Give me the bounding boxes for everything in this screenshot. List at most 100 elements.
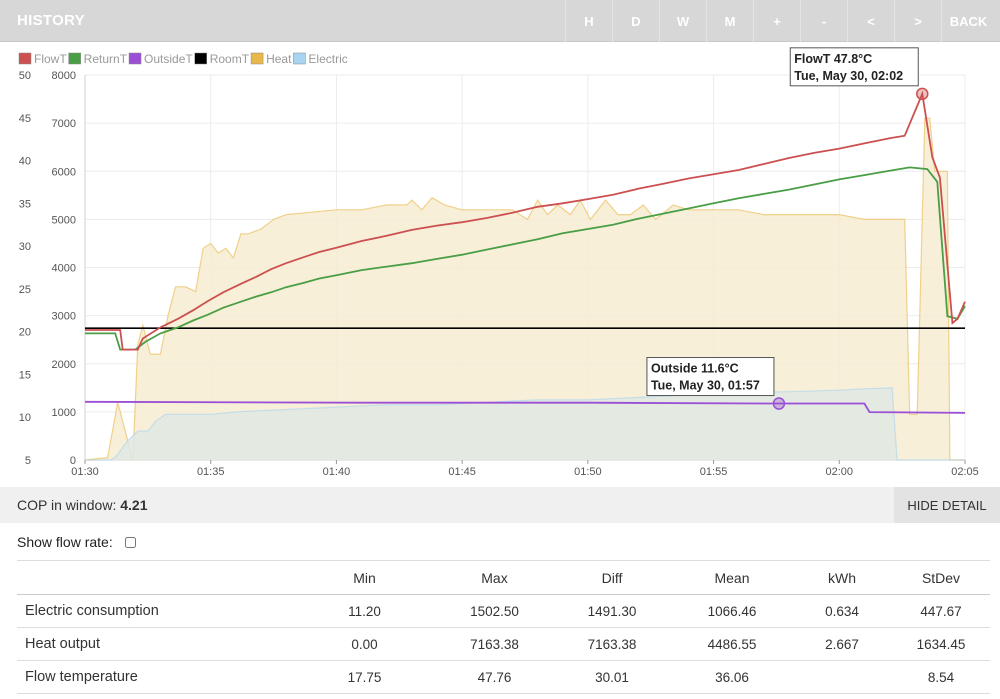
x-tick-label: 01:30 <box>71 466 99 478</box>
row-label: Heat output <box>17 627 292 661</box>
cell-mean: 36.06 <box>672 660 792 694</box>
cell-stdev: 447.67 <box>892 594 990 628</box>
legend-entry: ReturnT <box>84 52 128 66</box>
row-label: Flow temperature <box>17 660 292 694</box>
legend-swatch <box>68 52 81 65</box>
y-right-tick-label: 4000 <box>52 263 76 275</box>
y-left-tick-label: 50 <box>19 70 31 82</box>
legend-swatch <box>250 52 264 65</box>
cell-kwh <box>792 660 892 694</box>
tooltip-marker <box>772 397 786 410</box>
y-left-tick-label: 35 <box>19 198 31 210</box>
tooltip-marker <box>916 87 929 101</box>
x-tick-label: 01:35 <box>197 466 225 478</box>
cell-diff: 1491.30 <box>552 594 672 628</box>
stats-header-diff: Diff <box>552 560 672 595</box>
legend-entry: FlowT <box>34 52 67 66</box>
legend-entry: RoomT <box>210 52 250 66</box>
y-right-tick-label: 2000 <box>52 359 76 371</box>
cell-diff: 7163.38 <box>552 627 672 661</box>
tooltip-line2: Tue, May 30, 02:02 <box>794 69 903 83</box>
cell-stdev: 1634.45 <box>892 627 990 661</box>
stats-table: Min Max Diff Mean kWh StDev Electric con… <box>17 560 990 694</box>
flow-rate-toggle: Show flow rate: <box>17 534 136 550</box>
legend-swatch <box>18 52 32 65</box>
chart-legend: FlowT ReturnT OutsideT RoomT Heat Electric <box>18 52 348 66</box>
y-right-tick-label: 5000 <box>52 214 76 226</box>
day-view-button[interactable]: D <box>612 0 659 42</box>
back-button[interactable]: BACK <box>941 0 995 42</box>
x-tick-label: 02:05 <box>951 466 979 478</box>
legend-swatch <box>194 52 207 65</box>
pan-left-button[interactable]: < <box>847 0 894 42</box>
cell-kwh: 2.667 <box>792 627 892 661</box>
table-row: Flow temperature 17.75 47.76 30.01 36.06… <box>17 660 990 694</box>
stats-header-mean: Mean <box>672 560 792 595</box>
month-view-button[interactable]: M <box>706 0 753 42</box>
stats-header-kwh: kWh <box>792 560 892 595</box>
y-right-tick-label: 6000 <box>52 166 76 178</box>
y-right-tick-label: 1000 <box>52 407 76 419</box>
page-title: HISTORY <box>17 12 85 29</box>
flow-rate-checkbox[interactable] <box>124 536 136 548</box>
week-view-button[interactable]: W <box>659 0 706 42</box>
hide-detail-button[interactable]: HIDE DETAIL <box>894 487 1000 523</box>
zoom-out-button[interactable]: - <box>800 0 847 42</box>
cell-max: 1502.50 <box>437 594 552 628</box>
cell-mean: 4486.55 <box>672 627 792 661</box>
flow-rate-label: Show flow rate: <box>17 534 113 550</box>
cell-min: 11.20 <box>292 594 437 628</box>
x-tick-label: 01:55 <box>700 466 728 478</box>
history-header: HISTORY H D W M + - < > BACK <box>0 0 1000 42</box>
chart-tooltip: FlowT 47.8°C Tue, May 30, 02:02 <box>789 47 919 87</box>
cell-stdev: 8.54 <box>892 660 990 694</box>
y-left-tick-label: 20 <box>19 327 31 339</box>
tooltip-line2: Tue, May 30, 01:57 <box>651 379 760 393</box>
y-left-tick-label: 25 <box>19 284 31 296</box>
y-right-tick-label: 3000 <box>52 311 76 323</box>
legend-swatch <box>128 52 142 65</box>
hour-view-button[interactable]: H <box>565 0 612 42</box>
cop-label: COP in window: <box>17 497 117 513</box>
cell-min: 0.00 <box>292 627 437 661</box>
y-left-tick-label: 15 <box>19 369 31 381</box>
stats-header-max: Max <box>437 560 552 595</box>
x-tick-label: 01:45 <box>448 466 476 478</box>
pan-right-button[interactable]: > <box>894 0 941 42</box>
legend-entry: Heat <box>266 52 292 66</box>
cop-summary: COP in window: 4.21 <box>17 497 147 513</box>
y-right-tick-label: 7000 <box>52 118 76 130</box>
y-left-tick-label: 40 <box>19 156 31 168</box>
y-left-tick-label: 5 <box>25 455 31 467</box>
cop-value: 4.21 <box>120 497 148 513</box>
legend-swatch <box>293 52 306 65</box>
legend-entry: Electric <box>308 52 347 66</box>
cell-kwh: 0.634 <box>792 594 892 628</box>
cop-bar: COP in window: 4.21 HIDE DETAIL <box>0 487 1000 523</box>
x-tick-label: 01:40 <box>323 466 351 478</box>
tooltip-line1: Outside 11.6°C <box>651 362 739 376</box>
y-left-tick-label: 45 <box>19 113 31 125</box>
row-label: Electric consumption <box>17 594 292 628</box>
history-chart[interactable]: 50 45 40 35 30 25 20 15 10 5 8000 7000 6000 5000 4000 3… <box>0 42 1000 487</box>
table-row: Electric consumption 11.20 1502.50 1491.… <box>17 594 990 628</box>
cell-diff: 30.01 <box>552 660 672 694</box>
zoom-in-button[interactable]: + <box>753 0 800 42</box>
y-left-tick-label: 30 <box>19 241 31 253</box>
stats-header-label <box>17 560 292 595</box>
chart-tooltip: Outside 11.6°C Tue, May 30, 01:57 <box>646 357 775 397</box>
x-tick-label: 02:00 <box>826 466 854 478</box>
cell-max: 7163.38 <box>437 627 552 661</box>
stats-header-row: Min Max Diff Mean kWh StDev <box>17 560 990 595</box>
tooltip-line1: FlowT 47.8°C <box>794 52 872 66</box>
stats-header-stdev: StDev <box>892 560 990 595</box>
y-right-tick-label: 8000 <box>52 70 76 82</box>
cell-mean: 1066.46 <box>672 594 792 628</box>
history-chart-svg[interactable]: 50 45 40 35 30 25 20 15 10 5 8000 7000 6000 5000 4000 3… <box>0 42 1000 487</box>
y-left-tick-label: 10 <box>19 412 31 424</box>
table-row: Heat output 0.00 7163.38 7163.38 4486.55… <box>17 627 990 661</box>
stats-header-min: Min <box>292 560 437 595</box>
x-tick-label: 01:50 <box>574 466 602 478</box>
cell-min: 17.75 <box>292 660 437 694</box>
cell-max: 47.76 <box>437 660 552 694</box>
